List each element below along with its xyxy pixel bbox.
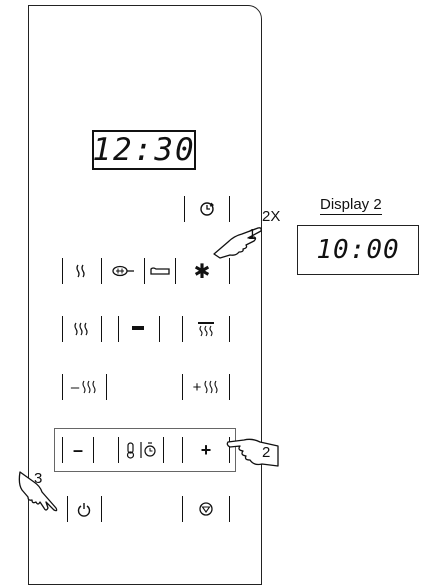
steam-button[interactable]: [66, 257, 96, 285]
separator: [229, 374, 230, 400]
clock-arrow-icon: [200, 202, 215, 216]
tray-button[interactable]: [147, 257, 173, 285]
hand-pointer-icon: [226, 438, 279, 467]
increase-steam-button[interactable]: +: [185, 373, 227, 401]
separator: [182, 316, 183, 342]
separator: [163, 437, 164, 463]
separator: [182, 496, 183, 522]
separator: [182, 437, 183, 463]
separator: [106, 374, 107, 400]
separator: [93, 437, 94, 463]
separator: [229, 496, 230, 522]
separator: [159, 316, 160, 342]
main-display: 12:30: [92, 130, 196, 170]
hand-pointer-icon: [18, 471, 58, 512]
separator: [182, 374, 183, 400]
separator: [62, 316, 63, 342]
plus-sign: +: [192, 378, 202, 396]
top-heat-icon: [132, 326, 144, 330]
grill-icon: [112, 265, 134, 277]
separator: [101, 316, 102, 342]
steam-icon: [82, 380, 96, 394]
power-icon: [77, 502, 91, 517]
plus-button[interactable]: +: [185, 436, 227, 464]
top-heat-button[interactable]: [121, 315, 155, 343]
stop-button[interactable]: [185, 495, 227, 523]
separator: [62, 258, 63, 284]
separator: [62, 374, 63, 400]
heat-steam-icon: [198, 322, 214, 337]
tray-icon: [150, 267, 170, 275]
temperature-time-button[interactable]: [121, 436, 161, 464]
minus-sign: –: [70, 378, 80, 396]
asterisk-icon: ✱: [193, 260, 211, 283]
separator: [62, 437, 63, 463]
step2-label: 2: [262, 444, 271, 461]
thermometer-clock-icon: [126, 442, 156, 459]
plus-label: +: [200, 439, 212, 460]
minus-button[interactable]: –: [66, 436, 90, 464]
step3-label: 3: [34, 470, 43, 487]
steam-high-icon: [74, 322, 88, 336]
separator: [229, 316, 230, 342]
separator: [118, 316, 119, 342]
separator: [144, 258, 145, 284]
bottom-steam-button[interactable]: [185, 315, 227, 343]
steam-icon: [76, 264, 85, 278]
separator: [184, 196, 185, 222]
stop-icon: [199, 502, 213, 516]
steam-high-button[interactable]: [66, 315, 96, 343]
press-count-label: 2X: [262, 208, 281, 225]
steam-icon: [204, 380, 218, 394]
separator: [101, 496, 102, 522]
power-button[interactable]: [71, 495, 97, 523]
fan-button[interactable]: ✱: [178, 257, 226, 285]
decrease-steam-button[interactable]: –: [65, 373, 103, 401]
display2-title: Display 2: [320, 196, 382, 215]
grill-combination-button[interactable]: [104, 257, 142, 285]
separator: [229, 258, 230, 284]
separator: [101, 258, 102, 284]
step1-label: 1: [248, 226, 257, 243]
display2-value: 10:00: [297, 225, 419, 275]
minus-label: –: [72, 439, 83, 460]
separator: [175, 258, 176, 284]
separator: [118, 437, 119, 463]
